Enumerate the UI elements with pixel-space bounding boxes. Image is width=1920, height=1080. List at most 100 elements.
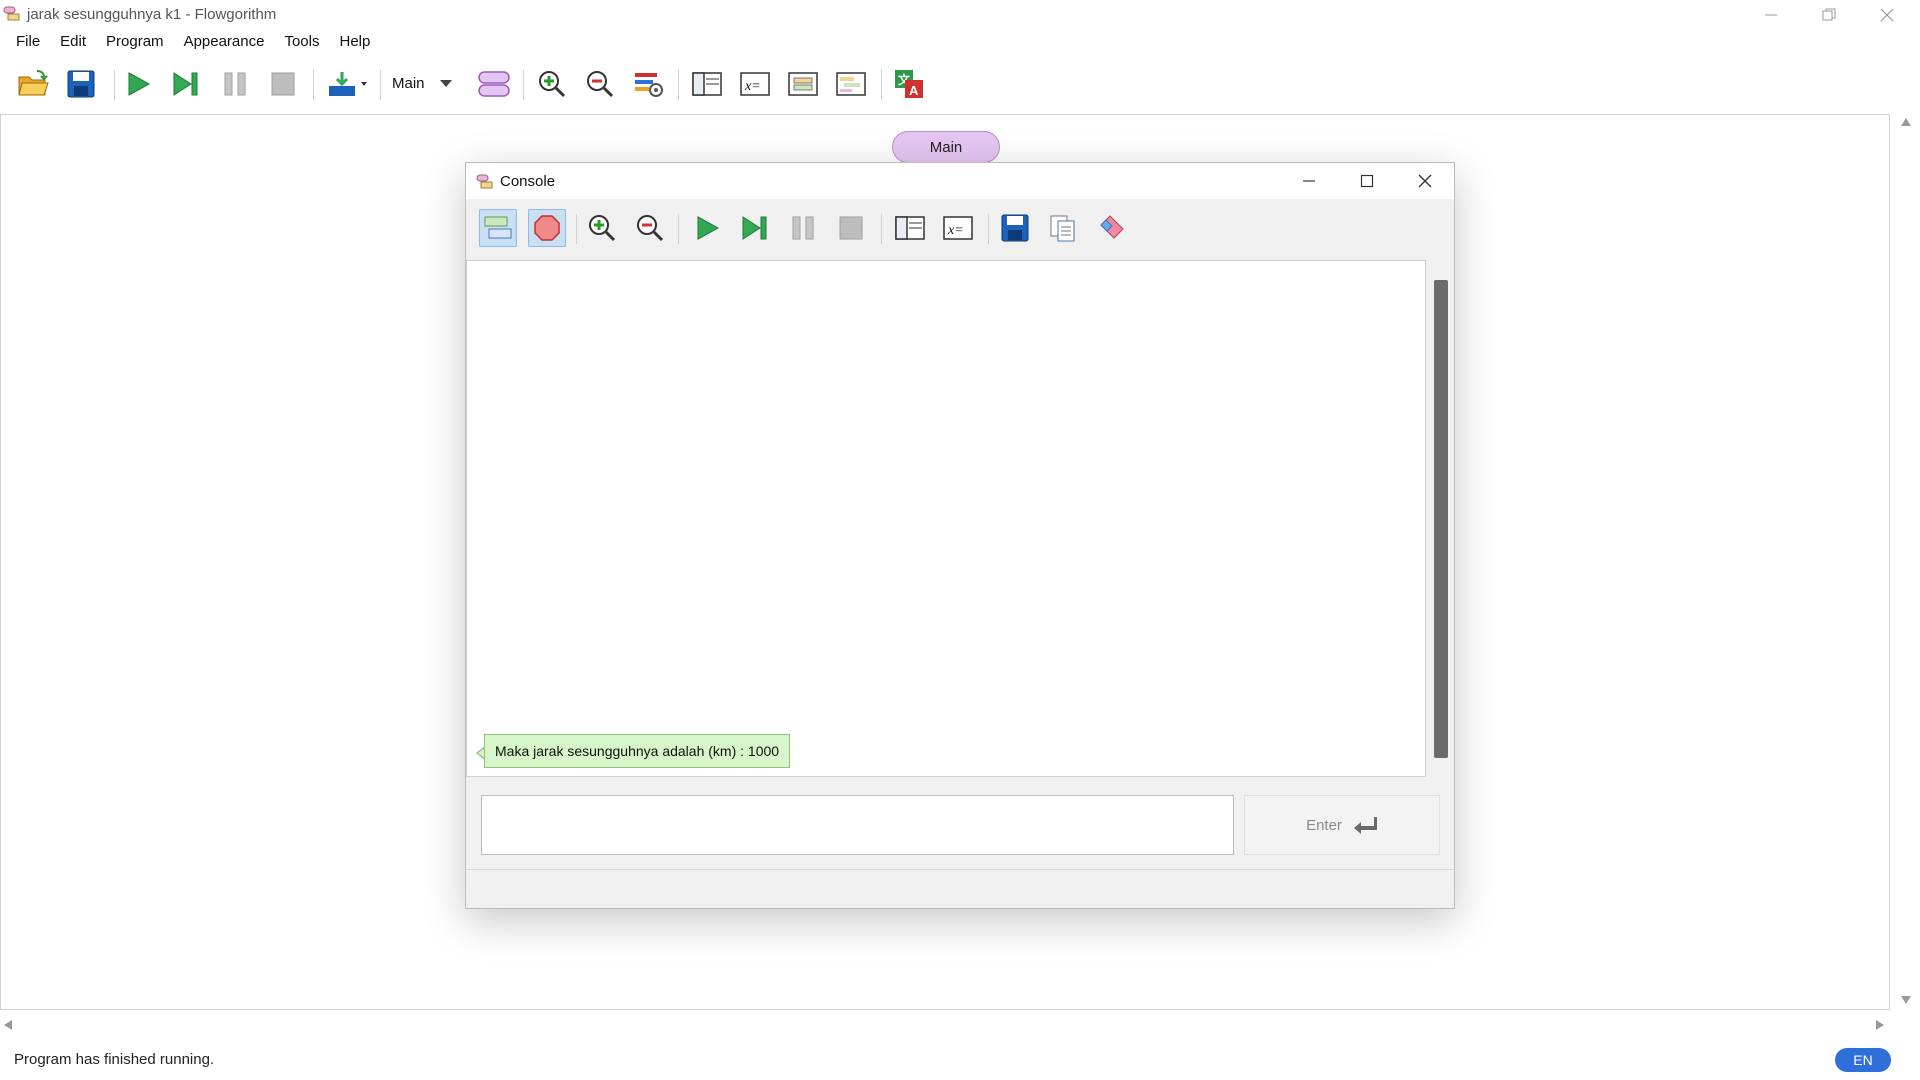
- add-function-button[interactable]: [475, 65, 513, 103]
- scroll-right-icon[interactable]: [1876, 1020, 1884, 1030]
- stop-icon: [271, 72, 295, 96]
- console-save-button[interactable]: [996, 209, 1034, 247]
- menu-help[interactable]: Help: [330, 33, 381, 50]
- enter-arrow-icon: [1353, 817, 1377, 834]
- console-minimize-button[interactable]: [1280, 163, 1338, 199]
- console-close-button[interactable]: [1396, 163, 1454, 199]
- status-text: Program has finished running.: [14, 1051, 215, 1068]
- minimize-icon: [1765, 14, 1777, 15]
- eraser-icon: [1100, 215, 1124, 239]
- open-folder-icon: [18, 70, 49, 96]
- step-button[interactable]: [167, 65, 205, 103]
- menu-program[interactable]: Program: [96, 33, 174, 50]
- chevron-down-icon: [440, 80, 452, 87]
- add-function-icon: [478, 71, 510, 97]
- function-select-dropdown[interactable]: [428, 65, 464, 103]
- close-icon: [1880, 8, 1894, 21]
- run-button[interactable]: [119, 65, 157, 103]
- menu-bar: File Edit Program Appearance Tools Help: [0, 29, 1920, 53]
- pause-button[interactable]: [216, 65, 254, 103]
- canvas-horizontal-scrollbar[interactable]: [0, 1012, 1890, 1038]
- console-variable-watch-button[interactable]: [891, 209, 929, 247]
- console-zoom-in-button[interactable]: [583, 209, 621, 247]
- main-toolbar: Main x= 文A: [0, 58, 1920, 110]
- expression-button[interactable]: x=: [736, 65, 774, 103]
- pause-icon: [224, 72, 246, 96]
- translate-button[interactable]: 文A: [890, 65, 928, 103]
- window-title: jarak sesungguhnya k1 - Flowgorithm: [27, 6, 277, 23]
- svg-text:x=: x=: [744, 79, 761, 94]
- scroll-thumb[interactable]: [1434, 280, 1448, 758]
- stop-button[interactable]: [264, 65, 302, 103]
- title-bar: jarak sesungguhnya k1 - Flowgorithm: [0, 0, 1920, 29]
- console-maximize-button[interactable]: [1338, 163, 1396, 199]
- console-zoom-out-button[interactable]: [631, 209, 669, 247]
- toolbar-separator: [576, 214, 577, 244]
- toolbar-separator: [988, 214, 989, 244]
- console-run-button[interactable]: [688, 209, 726, 247]
- source-view-icon: [788, 72, 818, 96]
- console-break-button[interactable]: [528, 209, 566, 247]
- zoom-in-icon: [589, 215, 616, 242]
- console-input-field[interactable]: [481, 795, 1234, 855]
- open-button[interactable]: [14, 65, 52, 103]
- console-copy-button[interactable]: [1044, 209, 1082, 247]
- scroll-left-icon[interactable]: [4, 1020, 12, 1030]
- console-pause-button[interactable]: [784, 209, 822, 247]
- function-select-label[interactable]: Main: [392, 75, 425, 92]
- expression-icon: x=: [740, 72, 770, 96]
- flowgorithm-app-icon: [3, 6, 20, 21]
- menu-appearance[interactable]: Appearance: [174, 33, 275, 50]
- close-icon: [1418, 174, 1432, 188]
- step-icon: [173, 72, 198, 96]
- toolbar-separator: [313, 70, 314, 100]
- chart-view-button[interactable]: [832, 65, 870, 103]
- save-icon: [67, 70, 95, 98]
- expression-icon: x=: [943, 216, 973, 240]
- minimize-icon: [1303, 180, 1315, 182]
- menu-edit[interactable]: Edit: [50, 33, 96, 50]
- console-title-bar: Console: [466, 163, 1454, 199]
- main-start-terminal[interactable]: Main: [892, 131, 1000, 163]
- scroll-up-icon[interactable]: [1901, 118, 1911, 126]
- save-icon: [1001, 214, 1029, 242]
- layout-settings-icon: [635, 73, 663, 97]
- save-button[interactable]: [62, 65, 100, 103]
- svg-text:x=: x=: [947, 223, 964, 238]
- status-bar: Program has finished running. EN: [0, 1040, 1920, 1080]
- restore-button[interactable]: [1800, 0, 1858, 29]
- copy-icon: [1050, 215, 1075, 242]
- toolbar-separator: [678, 214, 679, 244]
- run-speed-button[interactable]: [324, 65, 372, 103]
- console-clear-button[interactable]: [1092, 209, 1130, 247]
- minimize-button[interactable]: [1742, 0, 1800, 29]
- console-stop-button[interactable]: [832, 209, 870, 247]
- enter-button[interactable]: Enter: [1244, 795, 1440, 855]
- zoom-out-button[interactable]: [581, 65, 619, 103]
- layout-settings-button[interactable]: [629, 65, 667, 103]
- close-button[interactable]: [1858, 0, 1916, 29]
- console-expression-button[interactable]: x=: [939, 209, 977, 247]
- toolbar-separator: [678, 70, 679, 100]
- console-vertical-scrollbar[interactable]: [1428, 260, 1454, 777]
- console-step-button[interactable]: [736, 209, 774, 247]
- console-divider: [466, 869, 1454, 870]
- variable-watch-button[interactable]: [688, 65, 726, 103]
- zoom-in-icon: [539, 71, 566, 98]
- console-chat-view-button[interactable]: [479, 209, 517, 247]
- menu-file[interactable]: File: [0, 33, 50, 50]
- run-speed-icon: [329, 72, 367, 96]
- console-title: Console: [500, 173, 556, 190]
- console-window: Console x= Maka jarak sesungguhnya adala…: [465, 162, 1455, 909]
- canvas-vertical-scrollbar[interactable]: [1892, 114, 1920, 1010]
- source-view-button[interactable]: [784, 65, 822, 103]
- menu-tools[interactable]: Tools: [274, 33, 329, 50]
- scroll-down-icon[interactable]: [1901, 996, 1911, 1004]
- zoom-in-button[interactable]: [533, 65, 571, 103]
- chat-view-icon: [484, 216, 512, 239]
- variable-watch-icon: [692, 72, 722, 96]
- zoom-out-icon: [587, 71, 614, 98]
- language-badge[interactable]: EN: [1835, 1048, 1891, 1072]
- translate-icon: 文A: [895, 70, 923, 98]
- console-output-area[interactable]: Maka jarak sesungguhnya adalah (km) : 10…: [466, 260, 1426, 777]
